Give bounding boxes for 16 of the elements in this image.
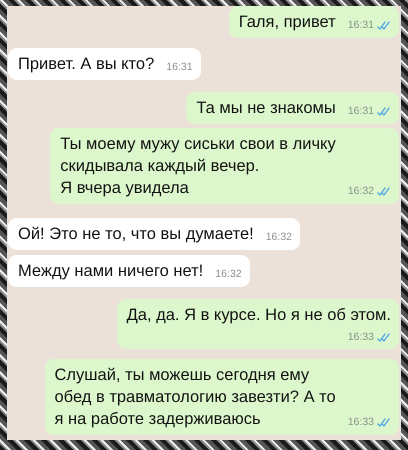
message-time: 16:33: [348, 330, 374, 345]
message-text: Между нами ничего нет!: [18, 261, 204, 282]
message-text: Слушай, ты можешь сегодня ему обед в травматологию завезти? А то я на работе задерживаюсь: [54, 365, 336, 430]
message-time: 16:31: [166, 60, 193, 75]
message-time: 16:33: [348, 415, 374, 430]
message-time: 16:31: [348, 18, 374, 33]
message-text: Ты моему мужу сиськи свои в личку скидывала каждый вечер. Я вчера увидела: [60, 134, 336, 199]
message-time: 16:32: [348, 184, 374, 199]
message-text: Да, да. Я в курсе. Но я не об этом.: [126, 305, 391, 326]
message-text: Привет. А вы кто?: [18, 54, 154, 75]
message-time: 16:32: [215, 267, 242, 282]
message-text: Ой! Это не то, что вы думаете!: [18, 224, 254, 245]
message-time: 16:31: [348, 104, 374, 119]
message-text: Та мы не знакомы: [196, 98, 336, 119]
message-time: 16:32: [266, 230, 292, 245]
message-text: Галя, привет: [238, 12, 336, 33]
